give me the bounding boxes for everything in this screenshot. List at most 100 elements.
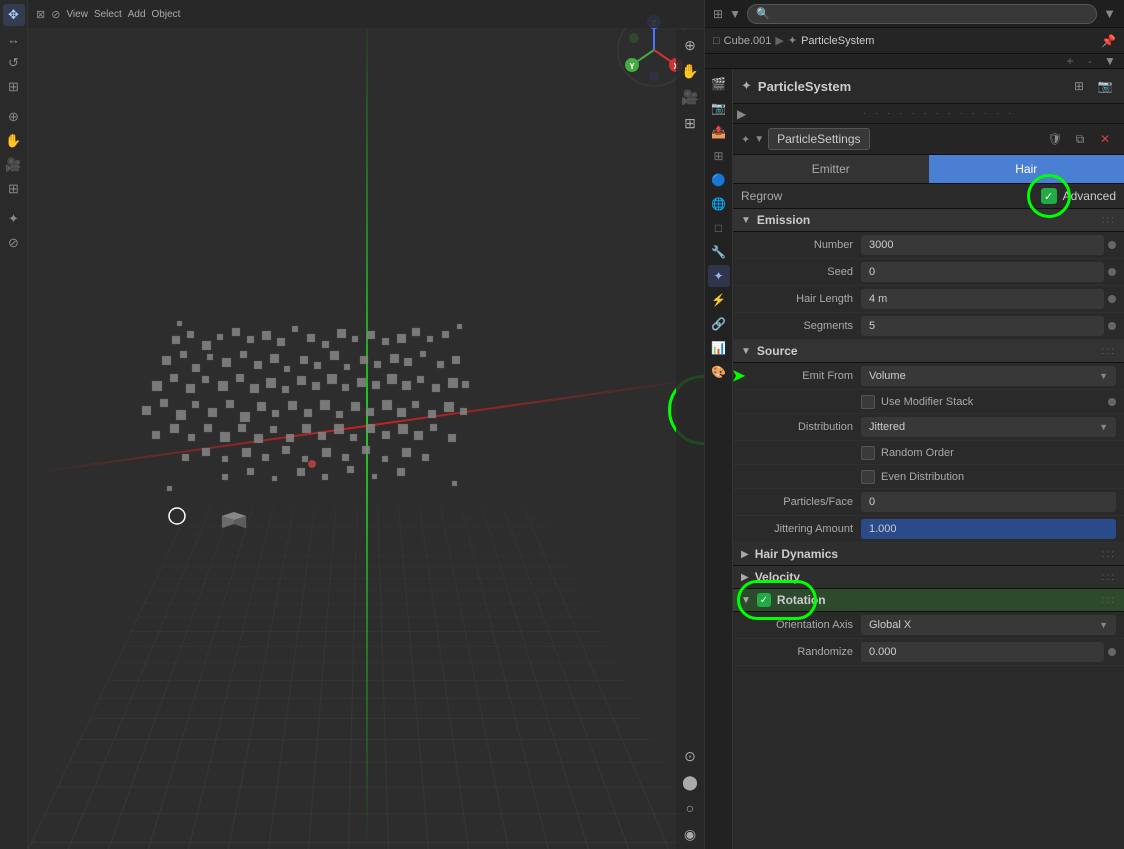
breadcrumb-object[interactable]: Cube.001 xyxy=(724,35,772,47)
particles-face-row: Particles/Face 0 xyxy=(733,489,1124,516)
props-view-layer-icon[interactable]: ⊞ xyxy=(708,145,730,167)
toolbar-camera-icon[interactable]: 🎥 xyxy=(3,154,25,176)
viewport-view-label: View xyxy=(66,9,88,20)
render-mode-icon[interactable]: ⊙ xyxy=(679,745,701,767)
camera-view-icon[interactable]: 🎥 xyxy=(679,86,701,108)
hair-dynamics-arrow-icon: ▶ xyxy=(741,549,749,560)
wireframe-mode-icon[interactable]: ○ xyxy=(679,797,701,819)
use-modifier-stack-checkbox[interactable] xyxy=(861,395,875,409)
jittering-amount-value[interactable]: 1.000 xyxy=(861,519,1116,539)
panel-header-dropdown-icon[interactable]: ▼ xyxy=(729,7,741,21)
svg-text:Y: Y xyxy=(629,62,635,71)
collapse-btn[interactable]: ▼ xyxy=(1100,54,1120,68)
velocity-section-header[interactable]: ▶ Velocity ::: xyxy=(733,566,1124,589)
props-scene-data-icon[interactable]: 🔵 xyxy=(708,169,730,191)
props-render-icon[interactable]: 📷 xyxy=(708,97,730,119)
ps-settings-copy-btn[interactable]: ⧉ xyxy=(1069,128,1091,150)
emit-from-dropdown[interactable]: Volume ▼ xyxy=(861,366,1116,386)
particle-type-tabs: Emitter Hair xyxy=(733,155,1124,184)
breadcrumb-pin-icon[interactable]: 📌 xyxy=(1101,34,1116,48)
hand-icon[interactable]: ✋ xyxy=(679,60,701,82)
randomize-label: Randomize xyxy=(741,646,861,658)
rotation-checkbox[interactable]: ✓ xyxy=(757,593,771,607)
ps-name-label[interactable]: ParticleSystem xyxy=(758,79,851,94)
particle-settings-name-btn[interactable]: ParticleSettings xyxy=(768,128,869,150)
seed-value[interactable]: 0 xyxy=(861,262,1104,282)
scroll-up-btn[interactable]: + xyxy=(1060,54,1080,68)
even-distribution-checkbox[interactable] xyxy=(861,470,875,484)
distribution-label: Distribution xyxy=(741,421,861,433)
magnify-icon[interactable]: ⊕ xyxy=(679,34,701,56)
regrow-row: Regrow ✓ Advanced xyxy=(733,184,1124,209)
solid-mode-icon[interactable]: ⬤ xyxy=(679,771,701,793)
hair-length-value[interactable]: 4 m xyxy=(861,289,1104,309)
segments-value[interactable]: 5 xyxy=(861,316,1104,336)
panel-search-input[interactable] xyxy=(747,4,1097,24)
regrow-label: Regrow xyxy=(741,189,782,203)
props-scene-icon[interactable]: 🎬 xyxy=(708,73,730,95)
viewport-object-label: Object xyxy=(152,9,181,20)
toolbar-cursor-icon[interactable]: ⊕ xyxy=(3,106,25,128)
viewport-add-label: Add xyxy=(128,9,146,20)
props-world-icon[interactable]: 🌐 xyxy=(708,193,730,215)
ps-display-btn[interactable]: ⊞ xyxy=(1068,75,1090,97)
ps-camera-btn[interactable]: 📷 xyxy=(1094,75,1116,97)
tab-hair[interactable]: Hair xyxy=(929,155,1124,183)
play-button[interactable]: ▶ xyxy=(733,107,753,121)
ps-settings-dropdown-icon[interactable]: ▼ xyxy=(754,134,764,145)
advanced-checkbox[interactable]: ✓ xyxy=(1041,188,1057,204)
props-data-icon[interactable]: 📊 xyxy=(708,337,730,359)
toolbar-select-icon[interactable]: ✥ xyxy=(3,4,25,26)
distribution-dropdown[interactable]: Jittered ▼ xyxy=(861,417,1116,437)
grid-icon[interactable]: ⊞ xyxy=(679,112,701,134)
viewport-overlay-icon[interactable]: ⊘ xyxy=(51,8,60,21)
ps-settings-shield-btn[interactable]: 🛡 xyxy=(1044,128,1066,150)
panel-expand-icon[interactable]: ▼ xyxy=(1103,6,1116,21)
segments-label: Segments xyxy=(741,320,861,332)
cube-icon: □ xyxy=(713,35,720,47)
breadcrumb-particle-system[interactable]: ParticleSystem xyxy=(801,35,874,47)
particles-face-value[interactable]: 0 xyxy=(861,492,1116,512)
props-modifier-icon[interactable]: 🔧 xyxy=(708,241,730,263)
viewport[interactable]: Z Y X ⊠ ⊘ View Select Add Object ⊕ ✋ 🎥 ⊞… xyxy=(28,0,704,849)
props-material-icon[interactable]: 🎨 xyxy=(708,361,730,383)
toolbar-move-icon[interactable]: ↔ xyxy=(3,28,25,50)
emission-section-header[interactable]: ▼ Emission ::: xyxy=(733,209,1124,232)
toolbar-grid-icon[interactable]: ⊞ xyxy=(3,178,25,200)
toolbar-hand-icon[interactable]: ✋ xyxy=(3,130,25,152)
material-mode-icon[interactable]: ◉ xyxy=(679,823,701,845)
breadcrumb-bar: □ Cube.001 ▶ ✦ ParticleSystem 📌 xyxy=(705,28,1124,54)
rotation-section-header[interactable]: ▼ ✓ Rotation ::: xyxy=(733,589,1124,612)
props-object-icon[interactable]: □ xyxy=(708,217,730,239)
orientation-axis-label: Orientation Axis xyxy=(741,619,861,631)
toolbar-measure-icon[interactable]: ⊘ xyxy=(3,232,25,254)
toolbar-annotate-icon[interactable]: ✦ xyxy=(3,208,25,230)
props-output-icon[interactable]: 📤 xyxy=(708,121,730,143)
particle-settings-row: ✦ ▼ ParticleSettings 🛡 ⧉ ✕ xyxy=(733,124,1124,155)
toolbar-scale-icon[interactable]: ⊞ xyxy=(3,76,25,98)
number-value[interactable]: 3000 xyxy=(861,235,1104,255)
particle-cluster xyxy=(92,216,572,596)
ps-settings-close-btn[interactable]: ✕ xyxy=(1094,128,1116,150)
seed-label: Seed xyxy=(741,266,861,278)
props-physics-icon[interactable]: ⚡ xyxy=(708,289,730,311)
props-icon-column: 🎬 📷 📤 ⊞ 🔵 🌐 □ 🔧 ✦ ⚡ 🔗 📊 🎨 xyxy=(705,69,733,849)
ps-settings-arrow-icon: ✦ xyxy=(741,133,750,146)
hair-dynamics-label: Hair Dynamics xyxy=(755,547,838,561)
panel-header-bar: ⊞ ▼ ▼ xyxy=(705,0,1124,28)
emission-drag-handle: ::: xyxy=(1102,215,1116,226)
randomize-value[interactable]: 0.000 xyxy=(861,642,1104,662)
advanced-label: Advanced xyxy=(1063,189,1116,203)
randomize-row: Randomize 0.000 xyxy=(733,639,1124,666)
tab-emitter[interactable]: Emitter xyxy=(733,155,929,183)
random-order-checkbox[interactable] xyxy=(861,446,875,460)
viewport-shading-icon[interactable]: ⊠ xyxy=(36,8,45,21)
hair-dynamics-section-header[interactable]: ▶ Hair Dynamics ::: xyxy=(733,543,1124,566)
toolbar-rotate-icon[interactable]: ↺ xyxy=(3,52,25,74)
source-section-header[interactable]: ▼ Source ::: xyxy=(733,340,1124,363)
props-particles-icon[interactable]: ✦ xyxy=(708,265,730,287)
props-constraints-icon[interactable]: 🔗 xyxy=(708,313,730,335)
orientation-axis-dropdown[interactable]: Global X ▼ xyxy=(861,615,1116,635)
scroll-down-btn[interactable]: - xyxy=(1080,54,1100,68)
props-layout: 🎬 📷 📤 ⊞ 🔵 🌐 □ 🔧 ✦ ⚡ 🔗 📊 🎨 ✦ ParticleSyst… xyxy=(705,69,1124,849)
